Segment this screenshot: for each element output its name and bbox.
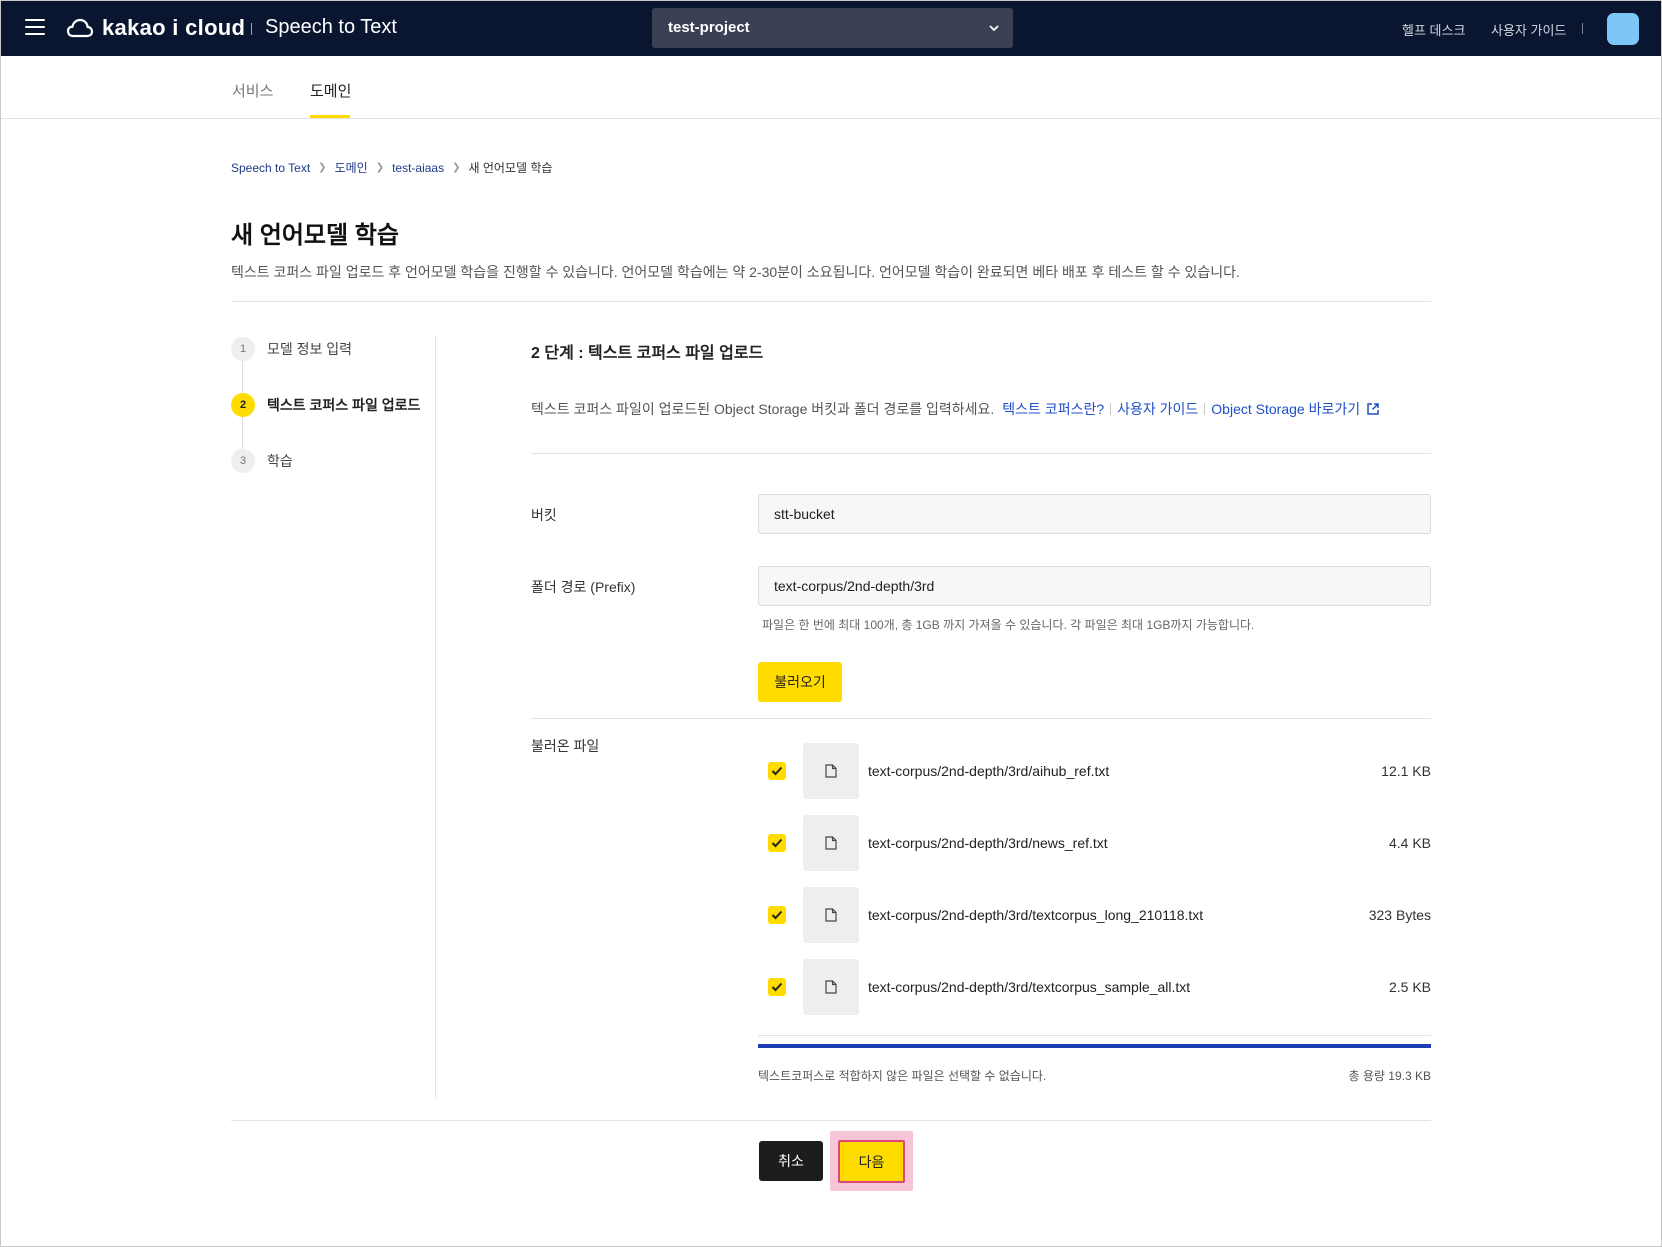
step-label: 학습 — [267, 453, 293, 469]
file-checkbox[interactable] — [768, 906, 786, 924]
file-size: 12.1 KB — [1381, 763, 1431, 779]
tab-service[interactable]: 서비스 — [232, 80, 273, 101]
header-separator — [1582, 23, 1583, 34]
file-size: 323 Bytes — [1368, 907, 1431, 923]
file-name: text-corpus/2nd-depth/3rd/textcorpus_sam… — [868, 979, 1191, 995]
list-scroll-bar[interactable] — [758, 1044, 1431, 1048]
step-3[interactable]: 3 학습 — [231, 449, 293, 473]
content-description-text: 텍스트 코퍼스 파일이 업로드된 Object Storage 버킷과 폴더 경… — [531, 401, 995, 417]
breadcrumb-stt[interactable]: Speech to Text — [231, 161, 310, 175]
step-connector — [242, 361, 243, 393]
breadcrumb-chevron-icon: ❯ — [375, 162, 385, 173]
divider — [531, 718, 1431, 719]
file-note: 텍스트코퍼스로 적합하지 않은 파일은 선택할 수 없습니다. — [758, 1069, 1047, 1083]
active-tab-indicator — [310, 115, 350, 118]
step-label: 모델 정보 입력 — [267, 341, 353, 357]
step-connector — [242, 417, 243, 449]
step-number: 2 — [231, 393, 255, 417]
prefix-input[interactable] — [758, 566, 1431, 606]
app-title: Speech to Text — [265, 16, 397, 38]
text-corpus-help-link[interactable]: 텍스트 코퍼스란? — [1002, 399, 1104, 419]
file-size: 2.5 KB — [1388, 979, 1431, 995]
file-name: text-corpus/2nd-depth/3rd/news_ref.txt — [868, 835, 1108, 851]
external-link-icon[interactable] — [1366, 402, 1380, 416]
breadcrumb-chevron-icon: ❯ — [318, 162, 327, 173]
file-row: text-corpus/2nd-depth/3rd/textcorpus_lon… — [758, 887, 1431, 943]
step-label: 텍스트 코퍼스 파일 업로드 — [267, 397, 421, 413]
file-row: text-corpus/2nd-depth/3rd/textcorpus_sam… — [758, 959, 1431, 1015]
steps-divider — [435, 337, 436, 1099]
check-icon — [771, 838, 783, 848]
helpdesk-link[interactable]: 헬프 데스크 — [1402, 20, 1465, 39]
prefix-help-text: 파일은 한 번에 최대 100개, 총 1GB 까지 가져올 수 있습니다. 각… — [762, 618, 1255, 632]
link-separator — [1204, 403, 1206, 415]
menu-icon[interactable] — [25, 19, 45, 37]
step-number: 3 — [231, 449, 255, 473]
tab-bar: 서비스 도메인 — [1, 56, 1661, 119]
cloud-logo-icon — [66, 18, 94, 38]
load-button[interactable]: 불러오기 — [758, 662, 842, 702]
file-row: text-corpus/2nd-depth/3rd/news_ref.txt 4… — [758, 815, 1431, 871]
user-guide-content-link[interactable]: 사용자 가이드 — [1117, 399, 1198, 419]
page-description: 텍스트 코퍼스 파일 업로드 후 언어모델 학습을 진행할 수 있습니다. 언어… — [231, 264, 1240, 280]
user-guide-link[interactable]: 사용자 가이드 — [1491, 20, 1566, 39]
file-checkbox[interactable] — [768, 762, 786, 780]
top-bar: kakao i cloud Speech to Text test-projec… — [1, 1, 1661, 56]
divider — [531, 453, 1431, 454]
cancel-button[interactable]: 취소 — [759, 1141, 823, 1181]
file-icon — [803, 887, 859, 943]
total-size: 총 용량 19.3 KB — [1348, 1069, 1432, 1083]
step-title: 2 단계 : 텍스트 코퍼스 파일 업로드 — [531, 345, 764, 362]
content-description: 텍스트 코퍼스 파일이 업로드된 Object Storage 버킷과 폴더 경… — [531, 399, 1380, 419]
breadcrumb: Speech to Text ❯ 도메인 ❯ test-aiaas ❯ 새 언어… — [231, 159, 552, 176]
file-icon — [803, 815, 859, 871]
logo-separator — [251, 23, 252, 35]
breadcrumb-domain-item[interactable]: test-aiaas — [392, 161, 444, 175]
prefix-label: 폴더 경로 (Prefix) — [531, 579, 636, 595]
breadcrumb-domain[interactable]: 도메인 — [335, 159, 368, 176]
project-select[interactable]: test-project — [652, 8, 1013, 48]
breadcrumb-current: 새 언어모델 학습 — [468, 161, 553, 175]
bucket-label: 버킷 — [531, 507, 557, 523]
file-name: text-corpus/2nd-depth/3rd/textcorpus_lon… — [868, 907, 1204, 923]
link-separator — [1110, 403, 1112, 415]
breadcrumb-chevron-icon: ❯ — [452, 162, 461, 173]
chevron-down-icon — [989, 25, 999, 32]
divider — [231, 1120, 1431, 1121]
file-row: text-corpus/2nd-depth/3rd/aihub_ref.txt … — [758, 743, 1431, 799]
file-name: text-corpus/2nd-depth/3rd/aihub_ref.txt — [868, 763, 1110, 779]
file-icon — [803, 959, 859, 1015]
step-2[interactable]: 2 텍스트 코퍼스 파일 업로드 — [231, 393, 420, 417]
logo-text: kakao i cloud — [102, 15, 246, 40]
check-icon — [771, 982, 783, 992]
file-checkbox[interactable] — [768, 834, 786, 852]
project-select-value: test-project — [668, 19, 750, 36]
files-label: 불러온 파일 — [531, 738, 600, 754]
step-number: 1 — [231, 337, 255, 361]
object-storage-link[interactable]: Object Storage 바로가기 — [1211, 399, 1360, 419]
check-icon — [771, 910, 783, 920]
divider — [758, 1035, 1431, 1036]
divider — [231, 301, 1431, 302]
avatar[interactable] — [1607, 13, 1639, 45]
file-size: 4.4 KB — [1388, 835, 1431, 851]
next-button[interactable]: 다음 — [838, 1140, 905, 1183]
tab-domain[interactable]: 도메인 — [310, 80, 351, 101]
file-checkbox[interactable] — [768, 978, 786, 996]
page-title: 새 언어모델 학습 — [231, 222, 399, 249]
file-icon — [803, 743, 859, 799]
check-icon — [771, 766, 783, 776]
bucket-input[interactable] — [758, 494, 1431, 534]
step-1[interactable]: 1 모델 정보 입력 — [231, 337, 352, 361]
